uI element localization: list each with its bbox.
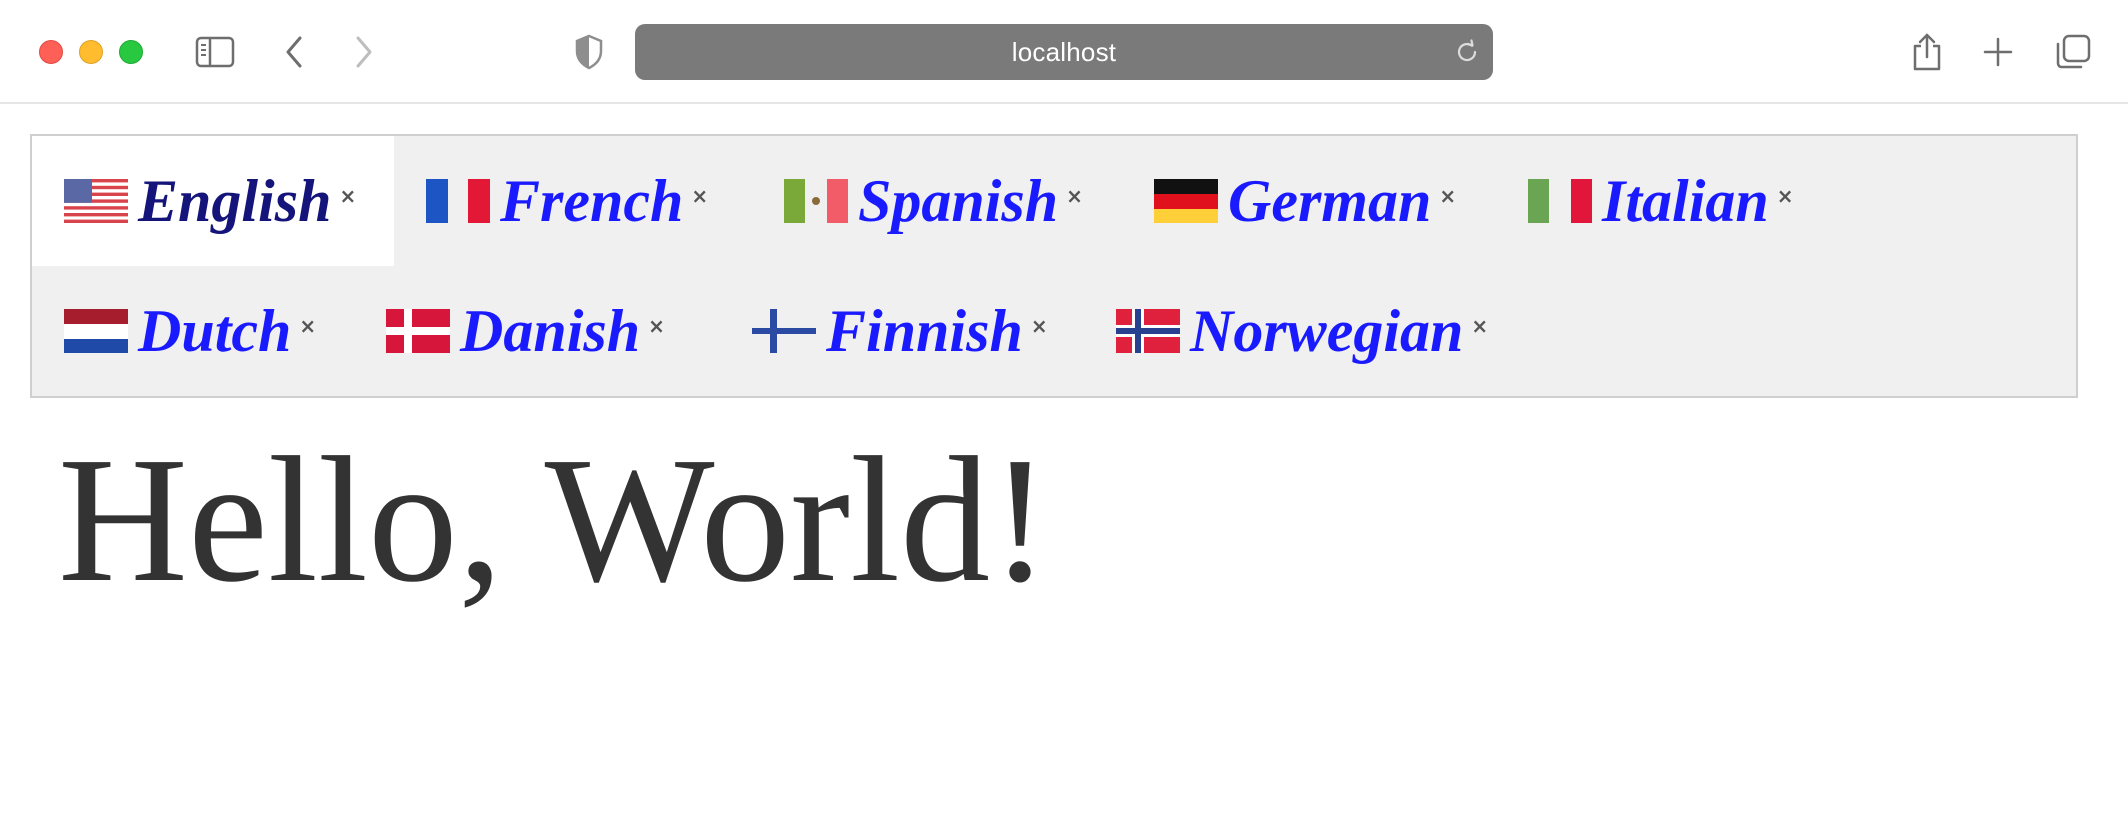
tab-italian[interactable]: Italian × (1496, 136, 1816, 266)
shield-icon[interactable] (567, 30, 611, 74)
tab-label: French (500, 168, 684, 234)
close-icon[interactable]: × (339, 184, 356, 208)
page-heading: Hello, World! (58, 420, 1051, 619)
mexico-flag-icon (784, 179, 848, 223)
netherlands-flag-icon (64, 309, 128, 353)
tab-norwegian[interactable]: Norwegian × (1084, 266, 1504, 396)
tab-label: Italian (1602, 168, 1769, 234)
germany-flag-icon (1154, 179, 1218, 223)
tab-label: Dutch (138, 298, 292, 364)
tab-french[interactable]: French × (394, 136, 752, 266)
close-icon[interactable]: × (1471, 314, 1488, 338)
share-icon[interactable] (1905, 30, 1949, 74)
address-bar[interactable]: localhost (635, 24, 1493, 80)
close-icon[interactable]: × (691, 184, 708, 208)
close-window-button[interactable] (39, 40, 63, 64)
close-icon[interactable]: × (1031, 314, 1048, 338)
close-icon[interactable]: × (1439, 184, 1456, 208)
tab-finnish[interactable]: Finnish × (720, 266, 1084, 396)
tab-label: English (138, 168, 332, 234)
close-icon[interactable]: × (1066, 184, 1083, 208)
tab-dutch[interactable]: Dutch × (32, 266, 354, 396)
browser-toolbar: localhost (0, 0, 2128, 104)
zoom-window-button[interactable] (119, 40, 143, 64)
denmark-flag-icon (386, 309, 450, 353)
tab-german[interactable]: German × (1122, 136, 1496, 266)
tab-label: Finnish (826, 298, 1023, 364)
tab-spanish[interactable]: Spanish × (752, 136, 1122, 266)
reload-icon[interactable] (1453, 38, 1481, 66)
norway-flag-icon (1116, 309, 1180, 353)
minimize-window-button[interactable] (79, 40, 103, 64)
tab-english[interactable]: English × (32, 136, 394, 266)
close-icon[interactable]: × (299, 314, 316, 338)
tabs-icon[interactable] (2051, 30, 2095, 74)
italy-flag-icon (1528, 179, 1592, 223)
tab-label: Danish (460, 298, 641, 364)
chevron-left-icon[interactable] (272, 30, 316, 74)
tab-label: German (1228, 168, 1432, 234)
tab-danish[interactable]: Danish × (354, 266, 720, 396)
france-flag-icon (426, 179, 490, 223)
chevron-right-icon[interactable] (342, 30, 386, 74)
language-tab-bar: English × French × Spanish × German × It… (30, 134, 2078, 398)
us-flag-icon (64, 179, 128, 223)
plus-icon[interactable] (1976, 30, 2020, 74)
close-icon[interactable]: × (1777, 184, 1794, 208)
url-text: localhost (1011, 36, 1117, 67)
tab-label: Spanish (858, 168, 1059, 234)
sidebar-icon[interactable] (193, 30, 237, 74)
close-icon[interactable]: × (648, 314, 665, 338)
tab-label: Norwegian (1190, 298, 1464, 364)
finland-flag-icon (752, 309, 816, 353)
